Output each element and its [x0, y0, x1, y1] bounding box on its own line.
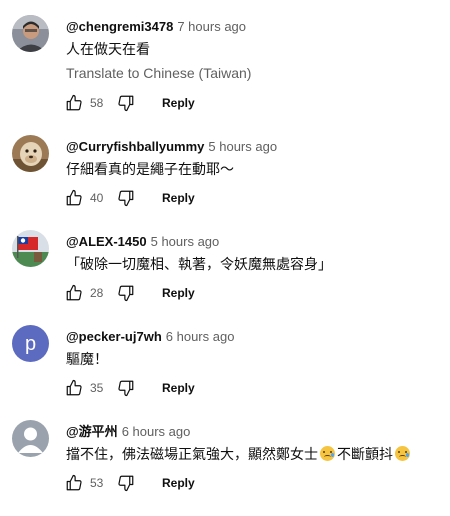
author-name[interactable]: @Curryfishballyummy [66, 139, 204, 154]
thumb-up-icon[interactable] [64, 93, 84, 113]
thumb-up-icon[interactable] [64, 283, 84, 303]
comment-header: @chengremi3478 7 hours ago [66, 19, 246, 35]
comment-item: @Curryfishballyummy 5 hours ago 仔細看真的是繩子在… [0, 135, 450, 231]
comment-actions: 40 Reply [64, 187, 195, 209]
comment-header: @Curryfishballyummy 5 hours ago [66, 139, 277, 155]
like-count: 58 [90, 96, 104, 110]
comment-time[interactable]: 6 hours ago [166, 329, 235, 344]
like-count: 40 [90, 191, 104, 205]
thumb-up-icon[interactable] [64, 473, 84, 493]
thumb-up-icon[interactable] [64, 188, 84, 208]
thumb-down-icon[interactable] [116, 93, 136, 113]
comment-actions: 35 Reply [64, 377, 195, 399]
comment-actions: 28 Reply [64, 282, 195, 304]
comment-text-part: 不斷顫抖 [337, 447, 393, 463]
comment-header: @ALEX-1450 5 hours ago [66, 234, 219, 250]
avatar-letter: p [24, 332, 37, 355]
reply-button[interactable]: Reply [162, 191, 195, 205]
reply-button[interactable]: Reply [162, 286, 195, 300]
like-count: 28 [90, 286, 104, 300]
comment-header: @游平州 6 hours ago [66, 424, 190, 440]
comment-item: p @pecker-uj7wh 6 hours ago 驅魔！ 35 Reply [0, 325, 450, 421]
thumb-up-icon[interactable] [64, 378, 84, 398]
reply-button[interactable]: Reply [162, 381, 195, 395]
comment-actions: 58 Reply [64, 92, 195, 114]
translate-link[interactable]: Translate to Chinese (Taiwan) [66, 65, 251, 81]
comment-time[interactable]: 5 hours ago [151, 234, 220, 249]
comment-text: 人在做天在看 [66, 42, 150, 58]
reply-button[interactable]: Reply [162, 476, 195, 490]
thumb-down-icon[interactable] [116, 473, 136, 493]
comment-text: 仔細看真的是繩子在動耶～ [66, 162, 234, 178]
comment-time[interactable]: 6 hours ago [122, 424, 191, 439]
comment-actions: 53 Reply [64, 472, 195, 494]
thumb-down-icon[interactable] [116, 188, 136, 208]
avatar[interactable] [12, 15, 49, 52]
like-count: 35 [90, 381, 104, 395]
author-name[interactable]: @pecker-uj7wh [66, 329, 162, 344]
comment-time[interactable]: 7 hours ago [177, 19, 246, 34]
avatar[interactable] [12, 230, 49, 267]
author-name[interactable]: @ALEX-1450 [66, 234, 147, 249]
comment-text: 「破除一切魔相、執著，令妖魔無處容身」 [66, 257, 332, 273]
comment-time[interactable]: 5 hours ago [208, 139, 277, 154]
author-name[interactable]: @游平州 [66, 424, 118, 439]
comment-text: 擋不住，佛法磁場正氣強大，顯然鄭女士 不斷顫抖 [66, 445, 412, 465]
avatar[interactable]: p [12, 325, 49, 362]
comment-item: @chengremi3478 7 hours ago 人在做天在看 Transla… [0, 15, 450, 114]
comment-text: 驅魔！ [66, 352, 108, 368]
author-name[interactable]: @chengremi3478 [66, 19, 173, 34]
comment-item: @ALEX-1450 5 hours ago 「破除一切魔相、執著，令妖魔無處容身… [0, 230, 450, 326]
thumb-down-icon[interactable] [116, 283, 136, 303]
comment-header: @pecker-uj7wh 6 hours ago [66, 329, 234, 345]
crying-face-emoji [395, 446, 410, 461]
like-count: 53 [90, 476, 104, 490]
reply-button[interactable]: Reply [162, 96, 195, 110]
avatar[interactable] [12, 135, 49, 172]
avatar[interactable] [12, 420, 49, 457]
thumb-down-icon[interactable] [116, 378, 136, 398]
comment-text-part: 擋不住，佛法磁場正氣強大，顯然鄭女士 [66, 447, 318, 463]
crying-face-emoji [320, 446, 335, 461]
